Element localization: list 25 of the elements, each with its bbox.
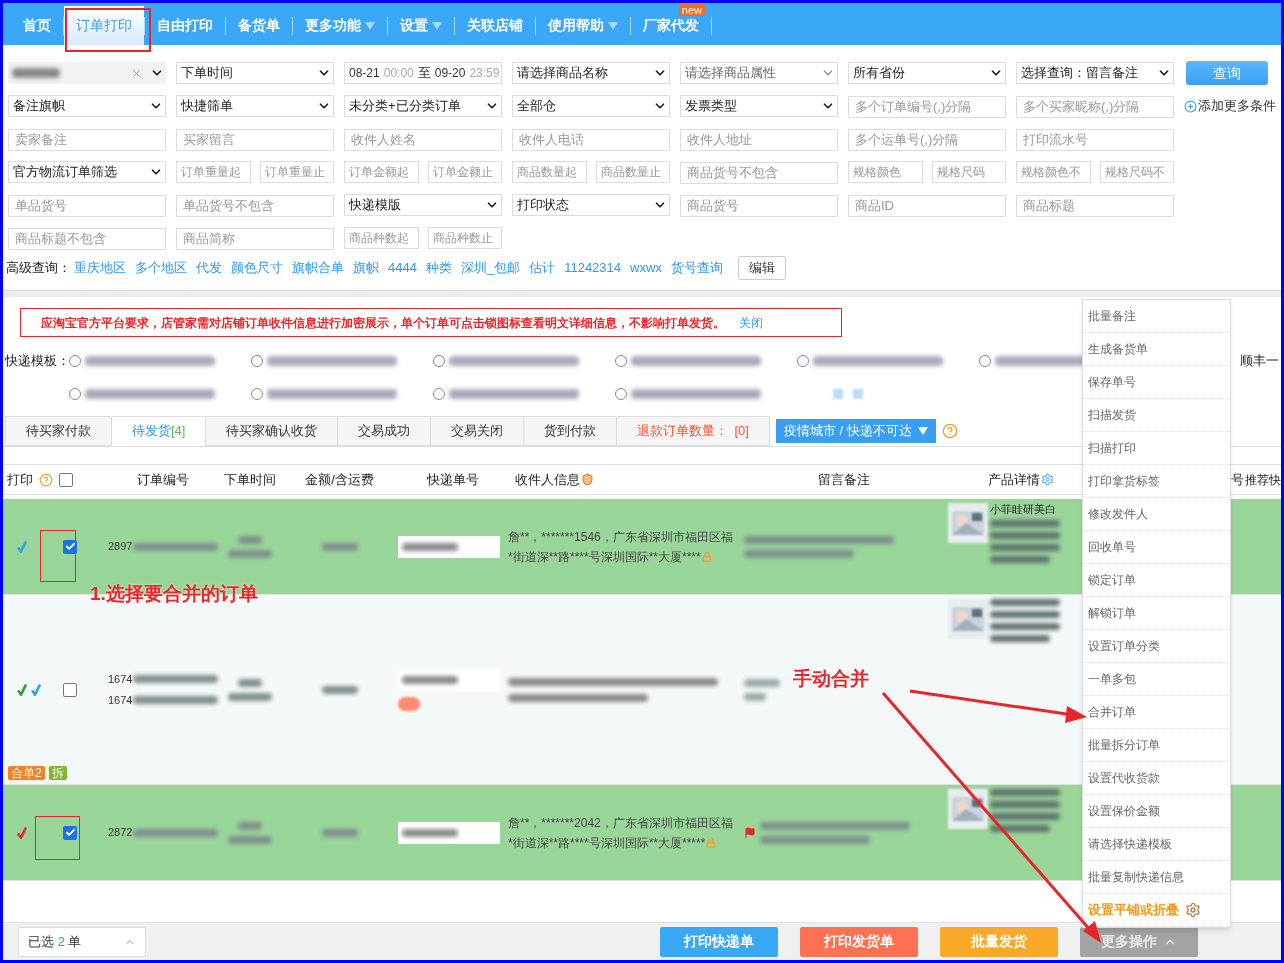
annotation-text: 手动合并 bbox=[793, 667, 869, 691]
tag: 拆 bbox=[48, 766, 67, 780]
notice-text: 应淘宝官方平台要求，店管家需对店铺订单收件信息进行加密展示，单个订单可点击锁图标查看明文详细信息，不影响打单发货。 bbox=[41, 314, 725, 332]
order-number: 2872 bbox=[108, 825, 133, 841]
recipient-info: 詹**，*******1546，广东省深圳市福田区福*街道深**路****号深圳国际**大厦**** bbox=[508, 528, 734, 566]
advanced-query-label: 高级查询： bbox=[6, 259, 71, 278]
column-header: 号 bbox=[1231, 470, 1244, 489]
order-number: 1674 bbox=[108, 672, 133, 687]
column-header: 快递单号 bbox=[427, 470, 479, 489]
column-header: 打印 bbox=[7, 470, 33, 489]
product-title: 小菲眭研美白 bbox=[990, 503, 1057, 515]
tag: 合单2 bbox=[8, 766, 45, 780]
column-header: 产品详情 bbox=[988, 470, 1040, 489]
column-header: 留言备注 bbox=[818, 470, 870, 489]
column-header: 推荐快 bbox=[1244, 471, 1281, 489]
new-badge: new bbox=[678, 4, 705, 16]
column-header: 收件人信息 bbox=[515, 470, 580, 489]
template-name: 顺丰一 bbox=[1240, 352, 1279, 371]
column-header: 下单时间 bbox=[223, 470, 276, 489]
order-number: 2897 bbox=[108, 539, 133, 555]
column-header: 订单编号 bbox=[137, 470, 189, 489]
template-label: 快递模板： bbox=[4, 352, 69, 371]
order-number: 1674 bbox=[108, 692, 133, 708]
recipient-info: 詹**，*******2042，广东省深圳市福田区福*街道深**路****号深圳国际**大厦***** bbox=[508, 814, 734, 852]
column-header: 金额/含运费 bbox=[305, 470, 374, 489]
